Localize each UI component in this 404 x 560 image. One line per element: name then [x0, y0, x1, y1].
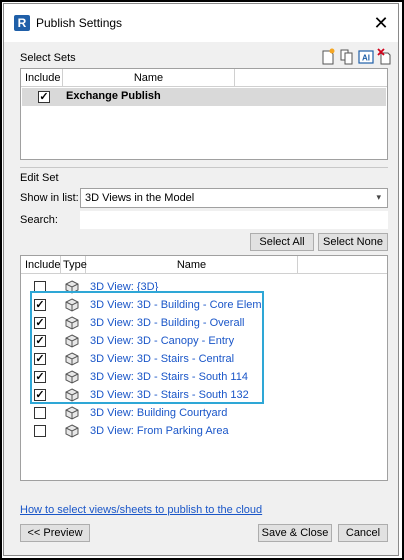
revit-app-icon: R: [14, 15, 30, 31]
select-sets-header: Include Name: [21, 69, 387, 87]
close-icon[interactable]: ✕: [370, 12, 392, 34]
column-name[interactable]: Name: [86, 256, 298, 274]
show-in-list-label: Show in list:: [20, 192, 79, 204]
new-set-icon[interactable]: [320, 48, 336, 66]
view-name[interactable]: 3D View: Building Courtyard: [90, 407, 227, 419]
select-none-button[interactable]: Select None: [318, 233, 388, 251]
rename-set-icon[interactable]: AI: [358, 48, 374, 66]
preview-button[interactable]: << Preview: [20, 524, 90, 542]
dialog-title: Publish Settings: [36, 16, 123, 30]
3d-view-icon: [65, 424, 79, 438]
cancel-button[interactable]: Cancel: [338, 524, 388, 542]
search-input[interactable]: [80, 211, 388, 229]
svg-text:AI: AI: [362, 54, 370, 63]
view-row[interactable]: 3D View: Building Courtyard: [21, 404, 387, 422]
show-in-list-dropdown[interactable]: 3D Views in the Model ▾: [80, 188, 388, 208]
set-name: Exchange Publish: [66, 90, 161, 102]
select-all-button[interactable]: Select All: [250, 233, 314, 251]
view-include-checkbox[interactable]: [34, 407, 46, 419]
title-bar: R Publish Settings ✕: [4, 4, 398, 42]
search-label: Search:: [20, 214, 58, 226]
set-row-exchange-publish[interactable]: ✓ Exchange Publish: [22, 88, 386, 106]
column-name[interactable]: Name: [63, 69, 235, 87]
delete-set-icon[interactable]: [377, 48, 393, 66]
select-sets-label: Select Sets: [20, 52, 76, 64]
column-type[interactable]: Type: [61, 256, 87, 274]
set-include-checkbox[interactable]: ✓: [38, 91, 50, 103]
section-divider: [20, 167, 388, 168]
publish-settings-dialog: R Publish Settings ✕ Select Sets AI Incl…: [3, 3, 399, 556]
column-include[interactable]: Include: [21, 69, 63, 87]
column-include[interactable]: Include: [21, 256, 61, 274]
chevron-down-icon: ▾: [376, 192, 381, 202]
view-row[interactable]: 3D View: From Parking Area: [21, 422, 387, 440]
set-toolbar: AI: [320, 48, 393, 68]
selected-views-highlight: [30, 291, 264, 404]
3d-view-icon: [65, 406, 79, 420]
show-in-list-value: 3D Views in the Model: [85, 192, 195, 204]
views-grid-header: Include Type Name: [21, 256, 387, 274]
save-close-button[interactable]: Save & Close: [258, 524, 332, 542]
edit-set-label: Edit Set: [20, 172, 59, 184]
view-name[interactable]: 3D View: From Parking Area: [90, 425, 229, 437]
help-link[interactable]: How to select views/sheets to publish to…: [20, 504, 262, 516]
view-include-checkbox[interactable]: [34, 425, 46, 437]
duplicate-set-icon[interactable]: [339, 48, 355, 66]
select-sets-grid: Include Name ✓ Exchange Publish: [20, 68, 388, 160]
